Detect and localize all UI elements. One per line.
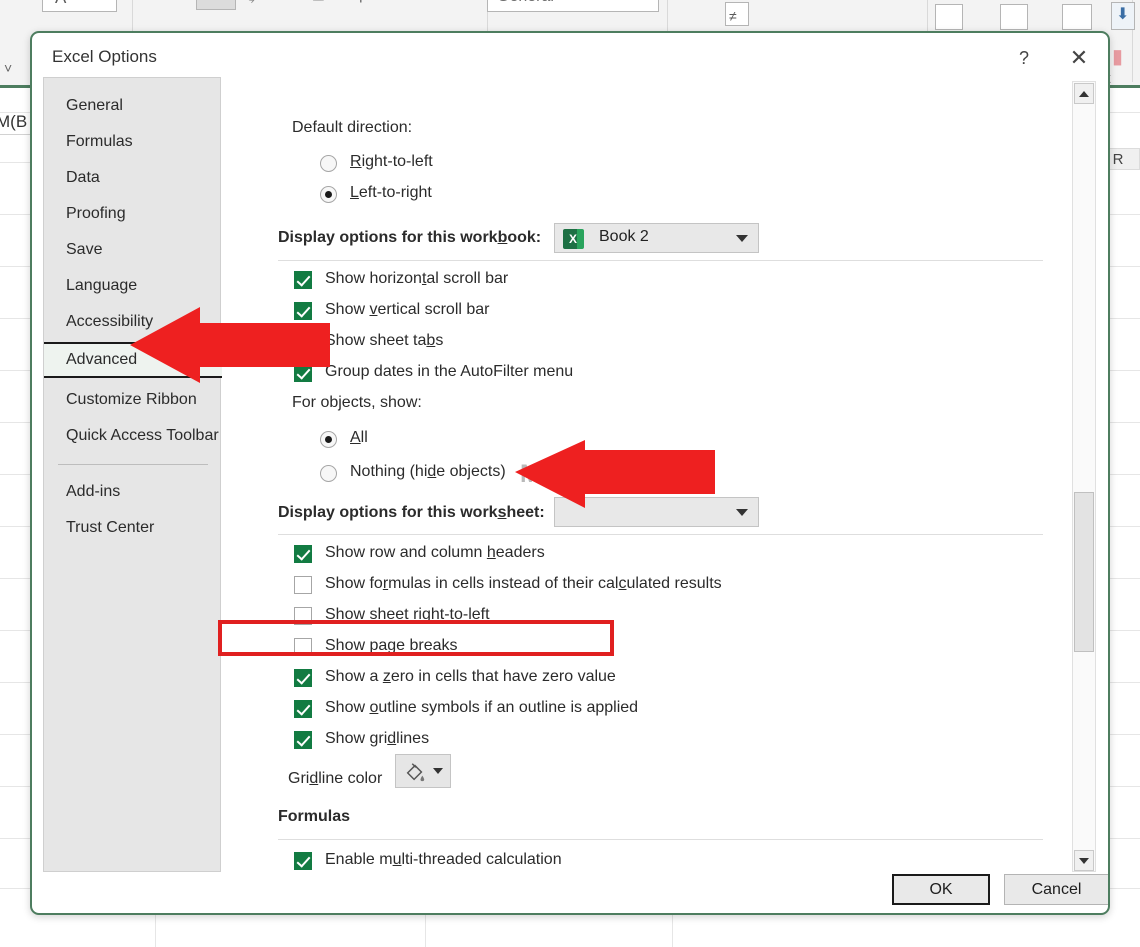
sidebar-item-data[interactable]: Data: [44, 160, 222, 196]
radio-right-to-left[interactable]: [320, 155, 337, 172]
radio-label-objects-all: All: [350, 429, 368, 447]
sidebar-item-language[interactable]: Language: [44, 268, 222, 304]
options-content-pane: Default direction: Right-to-left Left-to…: [232, 77, 1067, 872]
radio-label-right-to-left: Right-to-left: [350, 153, 433, 171]
sidebar-item-save[interactable]: Save: [44, 232, 222, 268]
radio-label-objects-nothing: Nothing (hide objects): [350, 463, 506, 481]
checkbox-show-horizontal-scroll-bar[interactable]: [294, 271, 312, 289]
excel-file-icon: X: [563, 229, 583, 249]
checkbox-label-show-sheet-tabs: Show sheet tabs: [325, 332, 443, 350]
checkbox-group-dates-autofilter[interactable]: [294, 364, 312, 382]
options-sidebar: General Formulas Data Proofing Save Lang…: [43, 77, 221, 872]
workbook-section-label: Display options for this workbook:: [278, 229, 541, 247]
checkbox-label-enable-multi-threaded: Enable multi-threaded calculation: [325, 851, 562, 869]
sidebar-item-label: General: [66, 97, 123, 115]
sidebar-item-label: Quick Access Toolbar: [66, 427, 219, 445]
for-objects-label: For objects, show:: [292, 394, 422, 412]
sidebar-item-formulas[interactable]: Formulas: [44, 124, 222, 160]
dialog-scrollbar[interactable]: [1072, 81, 1096, 872]
sidebar-item-trust-center[interactable]: Trust Center: [44, 510, 222, 546]
checkbox-show-gridlines[interactable]: [294, 731, 312, 749]
sidebar-item-label: Language: [66, 277, 137, 295]
checkbox-show-outline-symbols[interactable]: [294, 700, 312, 718]
section-divider: [278, 839, 1043, 840]
worksheet-dropdown[interactable]: [554, 497, 759, 527]
scroll-down-button[interactable]: [1074, 850, 1094, 871]
checkbox-show-vertical-scroll-bar[interactable]: [294, 302, 312, 320]
checkbox-label-show-gridlines: Show gridlines: [325, 730, 429, 748]
sidebar-item-label: Customize Ribbon: [66, 391, 197, 409]
sidebar-item-label: Accessibility: [66, 313, 153, 331]
sidebar-item-label: Save: [66, 241, 102, 259]
radio-left-to-right[interactable]: [320, 186, 337, 203]
ribbon-label-wrap-text: Wrap Text: [330, 0, 401, 4]
sidebar-item-label: Add-ins: [66, 483, 120, 501]
checkbox-label-show-page-breaks: Show page breaks: [325, 637, 458, 655]
sidebar-item-add-ins[interactable]: Add-ins: [44, 474, 222, 510]
ribbon-label-general: General: [497, 0, 554, 6]
sidebar-item-accessibility[interactable]: Accessibility: [44, 304, 222, 340]
checkbox-label-show-formulas-in-cells: Show formulas in cells instead of their …: [325, 575, 722, 593]
radio-label-left-to-right: Left-to-right: [350, 184, 432, 202]
sidebar-item-customize-ribbon[interactable]: Customize Ribbon: [44, 382, 222, 418]
checkbox-show-page-breaks[interactable]: [294, 638, 312, 656]
chevron-down-icon: [433, 768, 443, 774]
radio-objects-all[interactable]: [320, 431, 337, 448]
gridline-color-label: Gridline color: [288, 770, 382, 788]
section-divider: [278, 260, 1043, 261]
ok-button[interactable]: OK: [892, 874, 990, 905]
chevron-down-icon: [736, 509, 748, 516]
checkbox-label-show-horizontal-scroll-bar: Show horizontal scroll bar: [325, 270, 508, 288]
chevron-down-icon: [1079, 858, 1089, 864]
checkbox-label-show-outline-symbols: Show outline symbols if an outline is ap…: [325, 699, 638, 717]
formula-bar-text: M(B: [0, 112, 27, 132]
checkbox-show-sheet-right-to-left[interactable]: [294, 607, 312, 625]
checkbox-show-sheet-tabs[interactable]: [294, 333, 312, 351]
checkbox-label-show-zero-in-cells: Show a zero in cells that have zero valu…: [325, 668, 616, 686]
scroll-up-button[interactable]: [1074, 83, 1094, 104]
worksheet-section-label: Display options for this worksheet:: [278, 504, 545, 522]
workbook-dropdown-value: Book 2: [599, 228, 649, 246]
checkbox-show-formulas-in-cells[interactable]: [294, 576, 312, 594]
sidebar-item-label: Trust Center: [66, 519, 154, 537]
excel-options-dialog: Excel Options ? ✕ General Formulas Data …: [30, 31, 1110, 915]
dialog-title: Excel Options: [52, 47, 157, 67]
close-icon[interactable]: ✕: [1064, 43, 1094, 73]
checkbox-label-group-dates-autofilter: Group dates in the AutoFilter menu: [325, 363, 573, 381]
sidebar-item-advanced[interactable]: Advanced: [44, 342, 222, 378]
default-direction-label: Default direction:: [292, 119, 412, 137]
workbook-dropdown[interactable]: X Book 2: [554, 223, 759, 253]
checkbox-label-show-vertical-scroll-bar: Show vertical scroll bar: [325, 301, 490, 319]
checkbox-show-row-column-headers[interactable]: [294, 545, 312, 563]
scrollbar-thumb[interactable]: [1074, 492, 1094, 652]
radio-objects-nothing[interactable]: [320, 465, 337, 482]
chevron-down-icon: [736, 235, 748, 242]
formulas-group-label: Formulas: [278, 808, 350, 826]
checkbox-enable-multi-threaded[interactable]: [294, 852, 312, 870]
sidebar-item-label: Advanced: [66, 351, 137, 369]
cancel-button[interactable]: Cancel: [1004, 874, 1109, 905]
sidebar-item-label: Formulas: [66, 133, 133, 151]
checkbox-show-zero-in-cells[interactable]: [294, 669, 312, 687]
sidebar-item-label: Data: [66, 169, 100, 187]
sidebar-item-label: Proofing: [66, 205, 126, 223]
checkbox-label-show-row-column-headers: Show row and column headers: [325, 544, 545, 562]
sidebar-item-proofing[interactable]: Proofing: [44, 196, 222, 232]
checkbox-label-show-sheet-right-to-left: Show sheet right-to-left: [325, 606, 490, 624]
chevron-up-icon: [1079, 91, 1089, 97]
paint-bucket-icon: [404, 761, 426, 783]
sidebar-item-quick-access-toolbar[interactable]: Quick Access Toolbar: [44, 418, 222, 454]
gridline-color-button[interactable]: [395, 754, 451, 788]
sidebar-item-general[interactable]: General: [44, 88, 222, 124]
section-divider: [278, 534, 1043, 535]
help-icon[interactable]: ?: [1010, 45, 1038, 71]
sidebar-divider: [58, 464, 208, 465]
